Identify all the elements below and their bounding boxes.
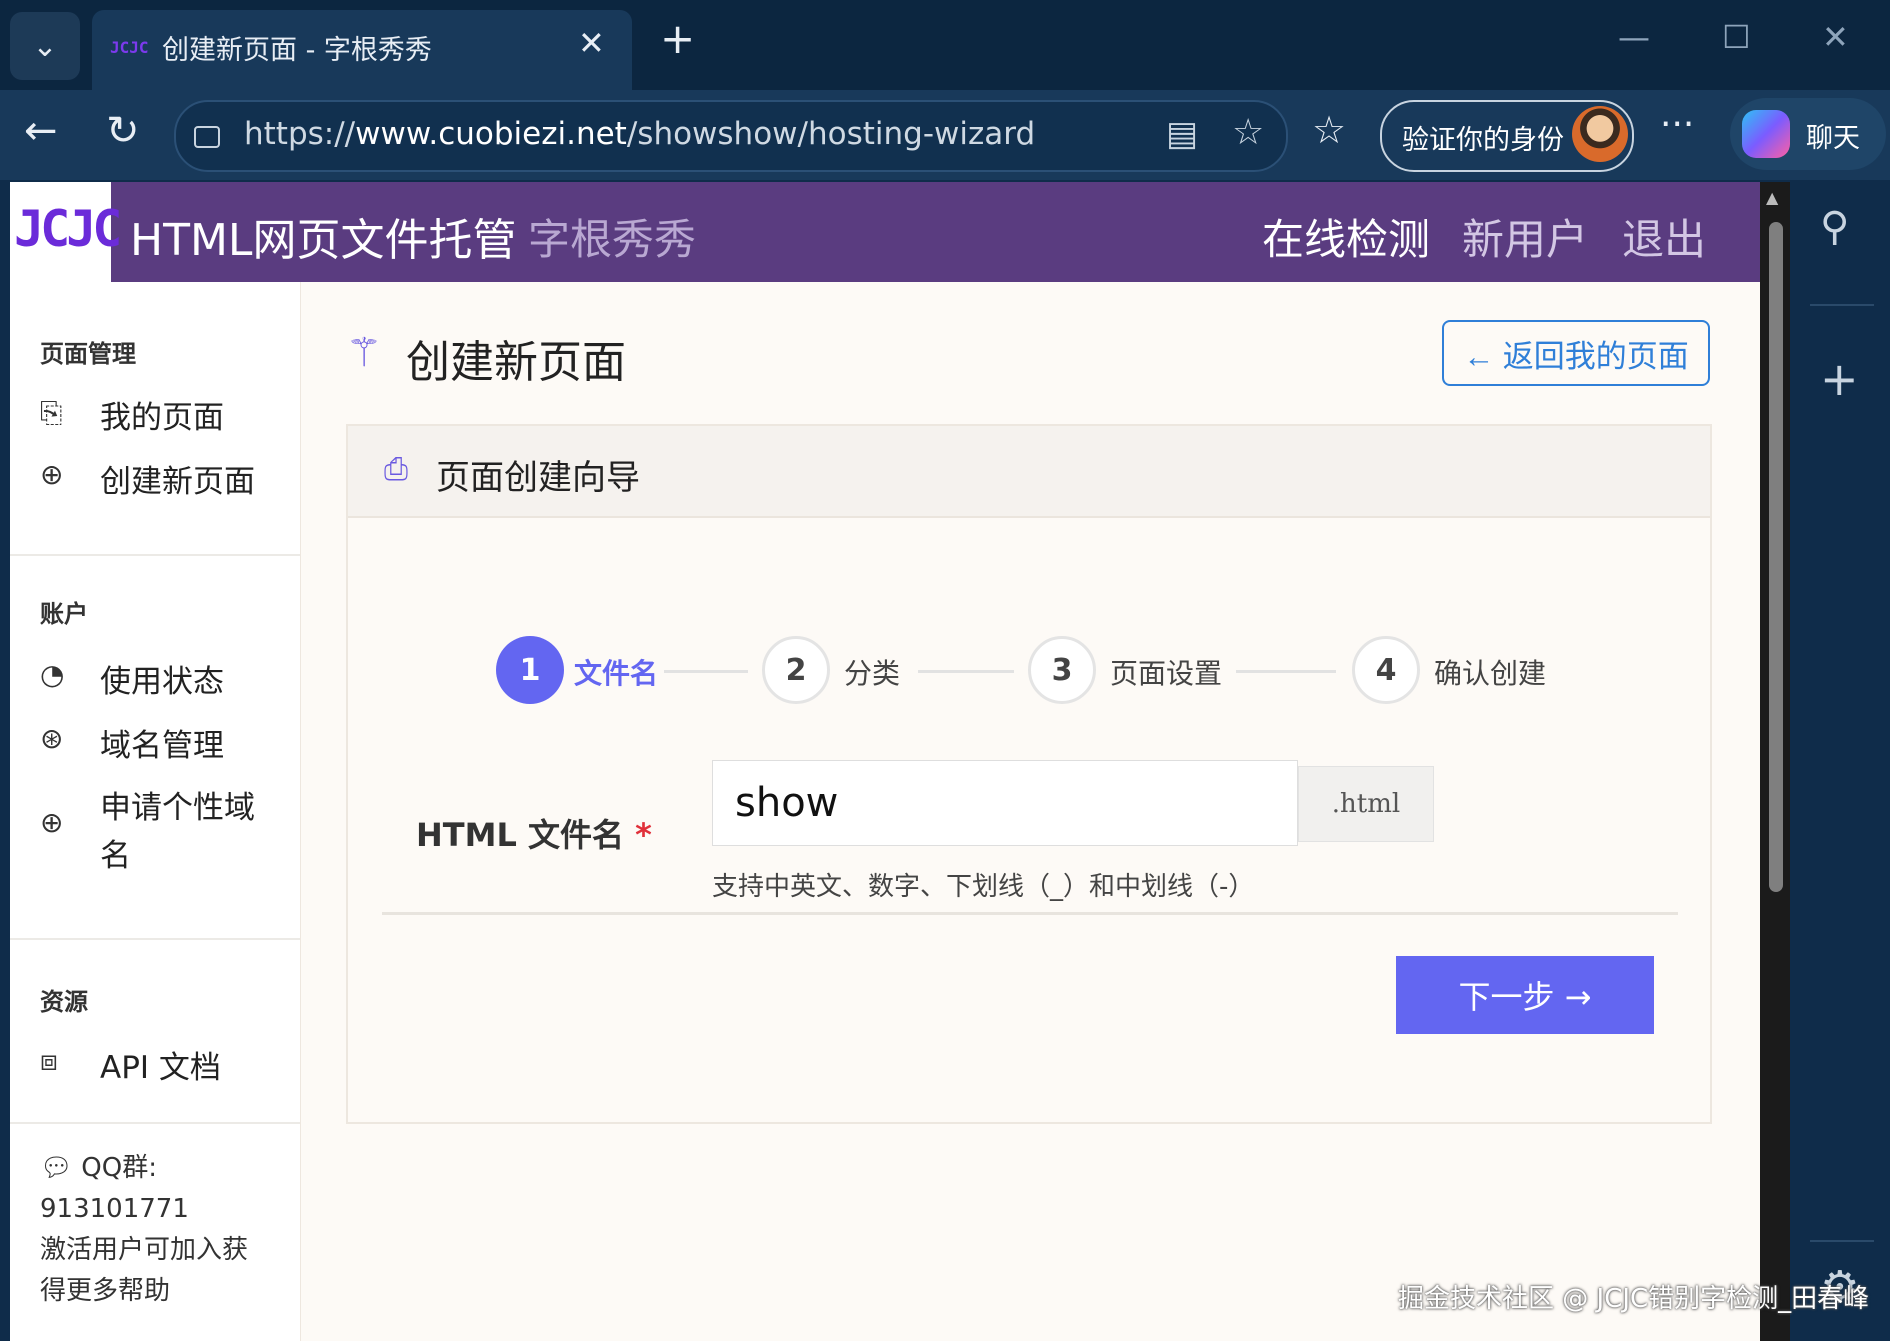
maximize-icon[interactable]: ☐ [1722,18,1751,56]
scroll-thumb[interactable] [1769,222,1783,892]
sidebar-divider [10,1122,300,1124]
page-viewport: JCJC HTML网页文件托管 字根秀秀 在线检测 新用户 退出 页面管理 ⎘ … [10,182,1760,1341]
scroll-up-icon[interactable]: ▲ [1766,188,1778,207]
form-divider [382,912,1678,915]
step-1-label: 文件名 [574,657,659,690]
copilot-icon [1742,110,1790,158]
lock-icon[interactable] [194,126,220,148]
step-4-circle: 4 [1352,636,1420,704]
minimize-icon[interactable]: — [1618,18,1650,56]
step-3-circle: 3 [1028,636,1096,704]
close-icon[interactable]: ✕ [578,24,605,62]
brand-subtitle: 字根秀秀 [528,215,697,264]
sidebar-item-custom-domain[interactable]: 申请个性域名 [100,784,260,880]
new-tab-icon[interactable]: + [660,18,695,60]
step-connector [918,670,1014,673]
nav-new-user[interactable]: 新用户 [1462,206,1588,267]
plus-circle-icon: ⊕ [40,458,64,491]
copilot-label: 聊天 [1806,123,1860,154]
page-scrollbar[interactable]: ▲ [1760,182,1790,1341]
sidebar-item-usage[interactable]: 使用状态 [100,656,224,701]
file-plus-icon: ⎙ [384,452,408,487]
step-2-label: 分类 [844,657,901,690]
sidebar-item-domains[interactable]: 域名管理 [100,720,224,765]
page-title: 创建新页面 [406,337,626,388]
tab-menu-icon[interactable]: ⌄ [10,12,80,80]
browser-tab[interactable]: JCJC 创建新页面 - 字根秀秀 ✕ [92,10,632,90]
required-mark: * [635,816,652,854]
side-panel-divider [1810,304,1874,306]
step-connector [1236,670,1336,673]
step-4-label: 确认创建 [1434,657,1547,690]
sidebar-section-title: 账户 [40,600,88,628]
sidebar-item-api-docs[interactable]: API 文档 [100,1042,221,1087]
filename-hint: 支持中英文、数字、下划线（_）和中划线（-） [712,872,1255,902]
url-text[interactable]: https://www.cuobiezi.net/showshow/hostin… [244,116,1035,152]
favorites-icon[interactable]: ☆ [1312,108,1346,152]
globe-icon: ⊛ [40,722,64,755]
verify-label: 验证你的身份 [1402,125,1564,156]
qq-group-note: 💬︎ QQ群: 913101771 激活用户可加入获 得更多帮助 [40,1153,249,1306]
next-step-button[interactable]: 下一步 → [1396,956,1654,1034]
step-2-circle: 2 [762,636,830,704]
speedometer-icon: ◔ [40,658,65,691]
back-icon[interactable]: ← [24,108,58,154]
tab-title: 创建新页面 - 字根秀秀 [162,35,432,66]
back-to-my-pages-button[interactable]: ← 返回我的页面 [1442,320,1710,386]
step-3-label: 页面设置 [1110,657,1223,690]
filename-input[interactable]: show [712,760,1298,846]
step-1-circle: 1 [496,636,564,704]
extension-addon: .html [1298,766,1434,842]
browser-toolbar: ← ↻ https://www.cuobiezi.net/showshow/ho… [0,90,1890,180]
side-panel-divider [1810,1240,1874,1242]
address-bar[interactable]: https://www.cuobiezi.net/showshow/hostin… [174,100,1288,172]
brand-title[interactable]: HTML网页文件托管 [130,204,516,268]
sidebar-item-create-page[interactable]: 创建新页面 [100,456,255,501]
wizard-card-header: ⎙ 页面创建向导 [348,426,1710,518]
step-connector [664,670,748,673]
code-icon: ⧈ [40,1044,58,1077]
search-icon[interactable]: ⚲ [1820,204,1849,250]
chat-icon: 💬︎ [40,1153,74,1183]
more-icon[interactable]: ··· [1660,104,1694,145]
nav-logout[interactable]: 退出 [1622,206,1706,267]
sidebar-item-my-pages[interactable]: 我的页面 [100,392,224,437]
wizard-title: 页面创建向导 [436,458,640,498]
window-close-icon[interactable]: ✕ [1822,18,1849,56]
browser-tab-bar: ⌄ JCJC 创建新页面 - 字根秀秀 ✕ + — ☐ ✕ [0,0,1890,90]
logo[interactable]: JCJC [10,182,122,282]
sidebar-divider [10,554,300,556]
nav-online-check[interactable]: 在线检测 [1262,206,1430,267]
sidebar-section-title: 页面管理 [40,340,136,368]
copilot-button[interactable]: 聊天 [1730,98,1886,170]
file-code-icon: ⎘ [40,396,63,429]
wizard-card: ⎙ 页面创建向导 1 文件名 2 分类 3 页面设置 4 确认创建 HTML 文… [346,424,1712,1124]
magic-wand-icon: ⚚ [346,330,382,376]
plus-circle-icon: ⊕ [40,806,64,839]
sidebar: 页面管理 ⎘ 我的页面 ⊕ 创建新页面 账户 ◔ 使用状态 ⊛ 域名管理 ⊕ 申… [10,282,301,1341]
tab-favicon: JCJC [110,38,149,57]
refresh-icon[interactable]: ↻ [106,108,140,154]
watermark: 掘金技术社区 @ JCJC错别字检测_田春峰 [1398,1284,1870,1314]
sidebar-divider [10,938,300,940]
app-header: JCJC HTML网页文件托管 字根秀秀 在线检测 新用户 退出 [10,182,1760,282]
avatar [1572,106,1628,162]
sidebar-section-title: 资源 [40,988,88,1016]
filename-label: HTML 文件名 * [416,816,652,854]
add-icon[interactable]: + [1820,352,1859,406]
verify-identity-button[interactable]: 验证你的身份 [1380,100,1634,172]
logo-text: JCJC [14,200,122,258]
reader-icon[interactable]: ▤ [1166,114,1198,154]
star-icon[interactable]: ☆ [1232,112,1264,153]
